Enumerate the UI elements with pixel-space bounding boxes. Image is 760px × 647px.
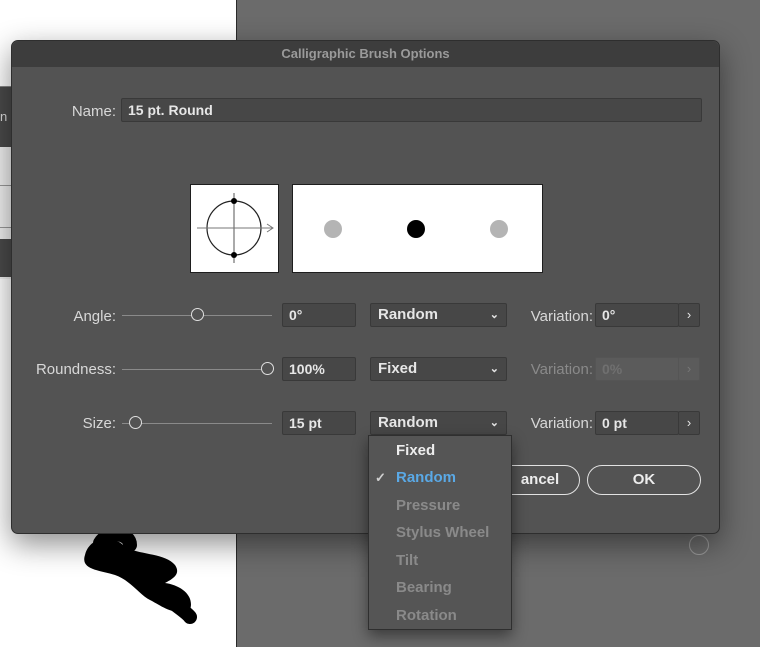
brush-variation-preview xyxy=(292,184,543,273)
name-input[interactable]: 15 pt. Round xyxy=(121,98,702,122)
size-value-input[interactable]: 15 pt xyxy=(282,411,356,435)
angle-variation-label: Variation: xyxy=(530,308,593,325)
menu-item-fixed[interactable]: Fixed xyxy=(369,438,511,464)
angle-variation-arrow-button[interactable]: › xyxy=(678,303,700,327)
roundness-variation-input: 0% xyxy=(595,357,679,381)
size-mode-select[interactable]: Random ⌄ xyxy=(370,411,507,435)
chevron-right-icon: › xyxy=(686,307,692,322)
side-panel-label: n xyxy=(0,109,8,124)
roundness-mode-value: Fixed xyxy=(378,360,418,377)
brush-shape-preview[interactable] xyxy=(190,184,279,273)
roundness-value-input[interactable]: 100% xyxy=(282,357,356,381)
size-slider-knob[interactable] xyxy=(129,416,142,429)
angle-mode-select[interactable]: Random ⌄ xyxy=(370,303,507,327)
roundness-variation-label: Variation: xyxy=(530,361,593,378)
brush-stroke-artwork xyxy=(84,527,197,624)
menu-item-rotation: Rotation xyxy=(396,607,457,624)
name-label: Name: xyxy=(71,103,116,120)
cancel-button-label: ancel xyxy=(520,471,560,488)
size-mode-value: Random xyxy=(378,414,438,431)
chevron-down-icon: ⌄ xyxy=(489,309,499,321)
menu-item-tilt: Tilt xyxy=(396,552,419,569)
dialog-title: Calligraphic Brush Options xyxy=(12,41,719,67)
roundness-slider-track[interactable] xyxy=(122,369,272,370)
angle-variation-input[interactable]: 0° xyxy=(595,303,679,327)
chevron-right-icon: › xyxy=(686,415,692,430)
angle-slider-knob[interactable] xyxy=(191,308,204,321)
roundness-label: Roundness: xyxy=(35,361,116,378)
roundness-variation-arrow-button: › xyxy=(678,357,700,381)
brush-shape-icon xyxy=(197,193,274,263)
roundness-mode-select[interactable]: Fixed ⌄ xyxy=(370,357,507,381)
size-mode-dropdown-menu: Fixed ✓ Random Pressure Stylus Wheel Til… xyxy=(368,435,512,630)
menu-item-pressure: Pressure xyxy=(396,497,461,514)
calligraphic-brush-options-dialog: Calligraphic Brush Options Name: 15 pt. … xyxy=(11,40,720,534)
preview-max-dot xyxy=(490,220,508,238)
menu-item-bearing: Bearing xyxy=(396,579,452,596)
roundness-slider-knob[interactable] xyxy=(261,362,274,375)
ok-button[interactable]: OK xyxy=(587,465,701,495)
size-variation-input[interactable]: 0 pt xyxy=(595,411,679,435)
checkmark-icon: ✓ xyxy=(375,470,386,485)
preview-min-dot xyxy=(324,220,342,238)
size-variation-label: Variation: xyxy=(530,415,593,432)
size-variation-arrow-button[interactable]: › xyxy=(678,411,700,435)
canvas-circle-handle xyxy=(689,535,709,555)
size-label: Size: xyxy=(82,415,116,432)
chevron-down-icon: ⌄ xyxy=(489,417,499,429)
menu-item-random[interactable]: ✓ Random xyxy=(369,465,511,491)
menu-item-stylus-wheel: Stylus Wheel xyxy=(396,524,490,541)
angle-label: Angle: xyxy=(73,308,116,325)
chevron-right-icon: › xyxy=(686,361,692,376)
chevron-down-icon: ⌄ xyxy=(489,363,499,375)
angle-value-input[interactable]: 0° xyxy=(282,303,356,327)
angle-mode-value: Random xyxy=(378,306,438,323)
preview-center-dot xyxy=(407,220,425,238)
size-slider-track[interactable] xyxy=(122,423,272,424)
